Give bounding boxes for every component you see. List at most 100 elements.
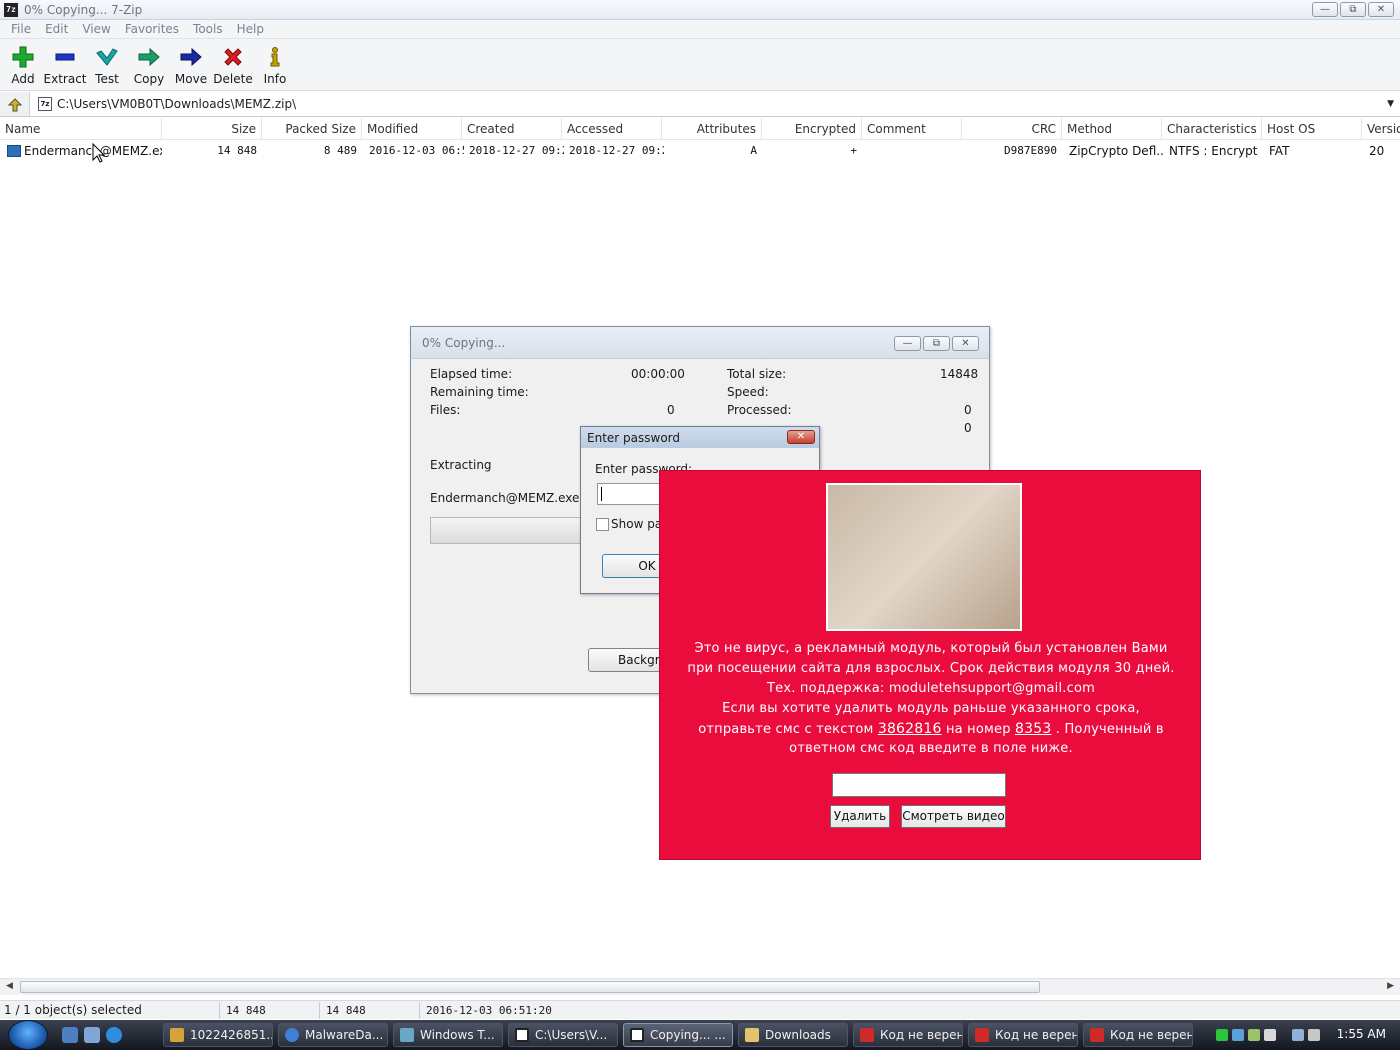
window-title: 0% Copying... 7-Zip [24,2,143,17]
folder-up-button[interactable] [0,92,30,116]
popup-text-line-6: ответном смс код введите в поле ниже. [789,741,1073,756]
sms-number-link[interactable]: 8353 [1015,721,1051,737]
task-1-label: 1022426851... [190,1028,273,1042]
start-button[interactable] [8,1020,48,1050]
maximize-button[interactable]: ⧉ [1340,2,1366,17]
test-label: Test [95,72,119,86]
menu-file[interactable]: File [4,22,38,36]
action-label: Extracting [430,458,492,472]
task-4-label: C:\Users\V... [535,1028,608,1042]
tray-app-icon[interactable] [1248,1029,1260,1041]
close-button[interactable]: ✕ [1368,2,1394,17]
delete-button[interactable]: Delete [212,39,254,90]
watch-video-button[interactable]: Смотреть видео [901,805,1006,828]
unlock-code-input[interactable] [832,773,1006,797]
menu-help[interactable]: Help [230,22,271,36]
dialog-maximize-button[interactable]: ⧉ [923,336,950,351]
folder-up-icon [7,98,22,112]
file-version: 20 [1369,144,1385,158]
tray-volume-mute-icon[interactable] [1308,1029,1320,1041]
task-button-4[interactable]: C:\Users\V... [508,1023,618,1047]
task-1-icon [170,1028,184,1042]
menu-favorites[interactable]: Favorites [118,22,186,36]
column-host-os[interactable]: Host OS [1262,118,1362,140]
tray-green-icon[interactable] [1216,1029,1228,1041]
column-accessed[interactable]: Accessed [562,118,662,140]
file-crc: D987E890 [1004,144,1057,157]
move-label: Move [174,72,208,86]
task-button-5[interactable]: Copying... ... [623,1023,733,1047]
status-selection: 1 / 1 object(s) selected [0,1002,220,1019]
info-button[interactable]: Info [254,39,296,90]
dialog-close-button[interactable]: ✕ [952,336,979,351]
scroll-right-icon[interactable]: ▶ [1387,981,1394,991]
address-path[interactable]: C:\Users\VM0B0T\Downloads\MEMZ.zip\ [57,97,296,111]
task-button-1[interactable]: 1022426851... [163,1023,273,1047]
column-size[interactable]: Size [162,118,262,140]
files-value: 0 [667,403,675,417]
sms-code-link[interactable]: 3862816 [878,721,942,737]
remaining-label: Remaining time: [430,385,529,399]
add-button[interactable]: Add [2,39,44,90]
popup-image [826,483,1022,631]
column-attributes[interactable]: Attributes [662,118,762,140]
task-button-6[interactable]: Downloads [738,1023,848,1047]
column-crc[interactable]: CRC [962,118,1062,140]
column-encrypted[interactable]: Encrypted [762,118,862,140]
column-method[interactable]: Method [1062,118,1162,140]
column-comment[interactable]: Comment [862,118,962,140]
files-label: Files: [430,403,461,417]
minimize-button[interactable]: — [1312,2,1338,17]
test-button[interactable]: Test [86,39,128,90]
task-6-label: Downloads [765,1028,831,1042]
quick-launch [62,1027,122,1043]
taskbar-clock[interactable]: 1:55 AM [1337,1027,1386,1041]
column-created[interactable]: Created [462,118,562,140]
switch-windows-icon[interactable] [84,1027,100,1043]
copy-button[interactable]: Copy [128,39,170,90]
password-dialog-title-text: Enter password [587,430,680,445]
chevron-down-icon[interactable]: ▼ [1387,99,1394,109]
password-close-button[interactable]: ✕ [787,430,815,444]
tray-network-icon[interactable] [1232,1029,1244,1041]
menu-edit[interactable]: Edit [38,22,75,36]
plus-icon [12,44,34,70]
dialog-window-controls: — ⧉ ✕ [894,336,979,351]
popup-text-line-5: отправьте смс с текстом 3862816 на номер… [660,721,1202,737]
menu-tools[interactable]: Tools [186,22,230,36]
task-button-2[interactable]: MalwareDa... [278,1023,388,1047]
check-icon [96,44,118,70]
delete-label: Delete [213,72,253,86]
task-button-9[interactable]: Код не верен [1083,1023,1193,1047]
speed-label: Speed: [727,385,769,399]
column-name[interactable]: Name [0,118,162,140]
column-packed-size[interactable]: Packed Size [262,118,362,140]
menu-view[interactable]: View [75,22,117,36]
column-characteristics[interactable]: Characteristics [1162,118,1262,140]
table-row[interactable]: Endermanch@MEMZ.exe 14 848 8 489 2016-12… [0,142,1400,160]
task-button-3[interactable]: Windows T... [393,1023,503,1047]
show-password-checkbox[interactable] [596,518,609,531]
task-button-7[interactable]: Код не верен [853,1023,963,1047]
title-bar: 7z 0% Copying... 7-Zip — ⧉ ✕ [0,0,1400,20]
column-modified[interactable]: Modified [362,118,462,140]
scrollbar-thumb[interactable] [20,981,1040,993]
tray-display-icon[interactable] [1264,1029,1276,1041]
task-4-icon [515,1028,529,1042]
tray-monitor-icon[interactable] [1292,1029,1304,1041]
task-button-8[interactable]: Код не верен [968,1023,1078,1047]
move-button[interactable]: Move [170,39,212,90]
scroll-left-icon[interactable]: ◀ [6,981,13,991]
info-label: Info [263,72,287,86]
x-icon [222,44,244,70]
toolbar: Add Extract Test Copy Move Delete Info [0,39,1400,91]
internet-explorer-icon[interactable] [106,1027,122,1043]
column-version[interactable]: Versio [1362,118,1400,140]
delete-module-button[interactable]: Удалить [830,805,890,828]
extract-button[interactable]: Extract [44,39,87,90]
horizontal-scrollbar[interactable]: ◀ ▶ [0,978,1400,995]
file-characteristics: NTFS : Encrypt [1169,144,1258,158]
show-desktop-icon[interactable] [62,1027,78,1043]
dialog-minimize-button[interactable]: — [894,336,921,351]
task-7-label: Код не верен [880,1028,963,1042]
